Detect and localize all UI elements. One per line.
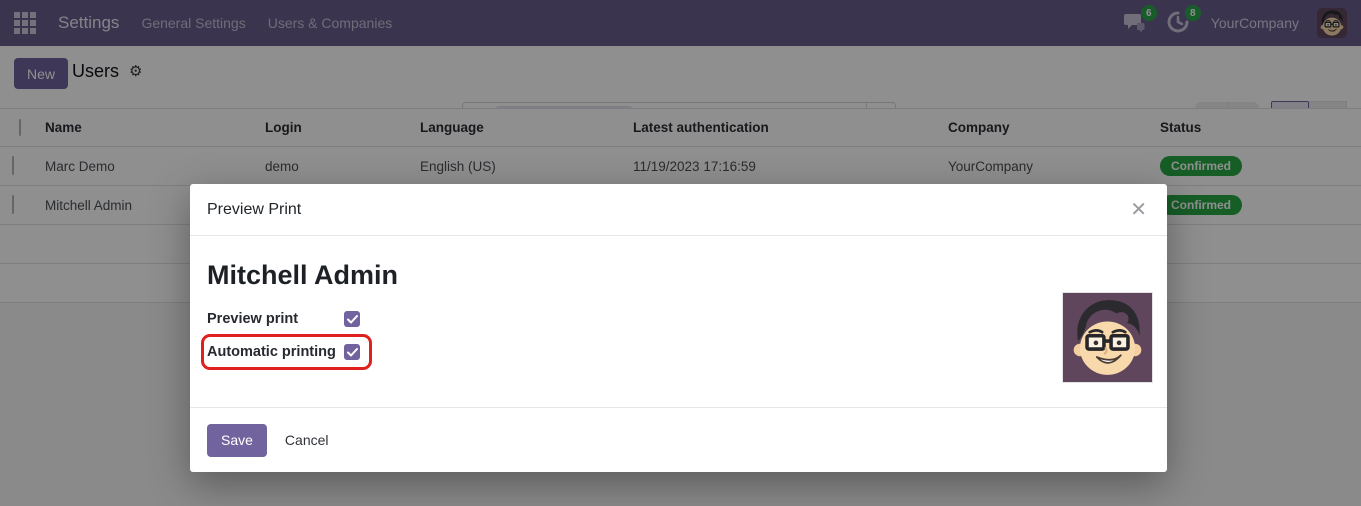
check-icon: [347, 348, 358, 357]
modal-header: Preview Print ✕: [190, 184, 1167, 236]
cancel-button[interactable]: Cancel: [277, 426, 337, 454]
field-label: Automatic printing: [207, 344, 344, 360]
odoo-settings-screen: Settings General Settings Users & Compan…: [0, 0, 1361, 506]
check-icon: [347, 315, 358, 324]
modal-body: Mitchell Admin Preview print Automatic p…: [190, 236, 1167, 407]
preview-print-checkbox[interactable]: [344, 311, 360, 327]
field-label: Preview print: [207, 311, 344, 327]
modal-footer: Save Cancel: [190, 407, 1167, 472]
modal-title: Preview Print: [207, 201, 301, 219]
annotation-highlight-box: Automatic printing: [201, 334, 372, 370]
field-preview-print: Preview print: [207, 307, 1150, 331]
close-icon[interactable]: ✕: [1130, 200, 1147, 220]
automatic-printing-checkbox[interactable]: [344, 344, 360, 360]
record-avatar: [1063, 293, 1152, 382]
preview-print-modal: Preview Print ✕ Mitchell Admin Preview p…: [190, 184, 1167, 472]
save-button[interactable]: Save: [207, 424, 267, 457]
field-automatic-printing: Automatic printing: [207, 340, 360, 364]
record-name-heading: Mitchell Admin: [207, 260, 1150, 291]
